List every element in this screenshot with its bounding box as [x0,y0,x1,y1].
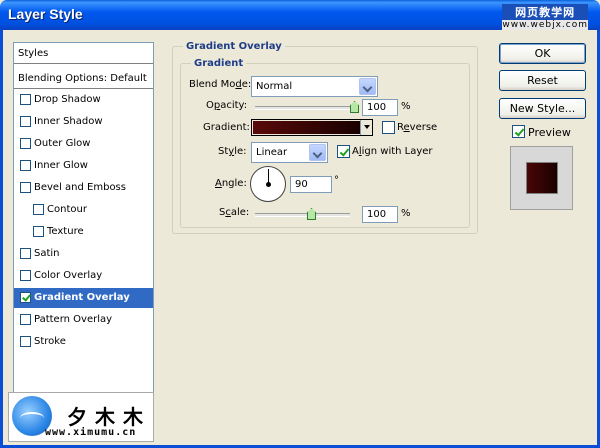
style-item-outer-glow[interactable]: Outer Glow [14,134,153,155]
align-with-layer-label: Align with Layer [352,146,433,157]
blend-mode-value: Normal [256,81,293,92]
styles-list: Styles Blending Options: Default Drop Sh… [13,42,154,438]
new-style-button[interactable]: New Style... [499,98,586,119]
logo-url: www.ximumu.cn [45,427,137,438]
style-item-checkbox[interactable] [33,204,44,215]
scale-value: 100 [367,209,387,220]
opacity-slider-track[interactable] [255,106,355,110]
blend-mode-label: Blend Mode: [189,79,252,90]
chevron-down-icon [309,144,326,161]
site-logo: 夕木木 www.ximumu.cn [8,392,154,442]
style-item-label: Inner Shadow [34,116,103,127]
blending-options[interactable]: Blending Options: Default [14,68,153,89]
angle-dial[interactable] [250,166,286,202]
style-item-checkbox[interactable] [20,336,31,347]
opacity-value: 100 [367,102,387,113]
ok-button[interactable]: OK [499,43,586,64]
gradient-dropdown-icon[interactable] [360,120,372,135]
style-item-stroke[interactable]: Stroke [14,332,153,353]
style-item-bevel-and-emboss[interactable]: Bevel and Emboss [14,178,153,199]
style-item-checkbox[interactable] [20,182,31,193]
group-title: Gradient Overlay [183,41,285,52]
watermark-top: 网页教学网 [502,4,588,20]
style-item-label: Pattern Overlay [34,314,113,325]
subgroup-title: Gradient [191,58,247,69]
opacity-input[interactable]: 100 [362,99,398,116]
scale-slider-track[interactable] [255,213,350,217]
style-item-checkbox[interactable] [20,116,31,127]
opacity-label: Opacity: [206,100,248,111]
style-item-checkbox[interactable] [33,226,44,237]
align-with-layer-checkbox[interactable] [337,145,350,158]
gradient-picker[interactable] [251,119,373,136]
angle-input[interactable]: 90 [290,176,332,193]
styles-header[interactable]: Styles [14,43,153,64]
scale-label: Scale: [219,207,250,218]
logo-brand: 夕木木 [67,405,151,429]
preview-thumbnail [510,146,573,210]
opacity-unit: % [401,101,411,112]
style-item-satin[interactable]: Satin [14,244,153,265]
style-item-inner-shadow[interactable]: Inner Shadow [14,112,153,133]
style-item-label: Contour [47,204,87,215]
style-item-texture[interactable]: Texture [14,222,153,243]
style-item-checkbox[interactable] [20,314,31,325]
style-item-label: Color Overlay [34,270,103,281]
gradient-label: Gradient: [203,122,250,133]
style-select[interactable]: Linear [251,142,328,163]
preview-checkbox[interactable] [512,125,525,138]
watermark: 网页教学网 www.webjx.com [502,4,588,30]
reverse-checkbox[interactable] [382,121,395,134]
style-item-label: Stroke [34,336,66,347]
style-item-checkbox[interactable] [20,292,31,303]
style-item-gradient-overlay[interactable]: Gradient Overlay [14,288,153,309]
angle-value: 90 [295,179,308,190]
style-item-label: Texture [47,226,84,237]
style-item-label: Drop Shadow [34,94,101,105]
reverse-label: Reverse [397,122,438,133]
style-item-label: Gradient Overlay [34,292,130,303]
style-value: Linear [256,147,288,158]
blend-mode-select[interactable]: Normal [251,76,378,97]
style-label: Style: [218,146,247,157]
style-item-label: Outer Glow [34,138,91,149]
style-item-pattern-overlay[interactable]: Pattern Overlay [14,310,153,331]
style-item-checkbox[interactable] [20,138,31,149]
angle-label: Angle: [215,178,247,189]
title-bar[interactable]: Layer Style 网页教学网 www.webjx.com [0,0,600,30]
style-item-label: Inner Glow [34,160,88,171]
style-item-label: Bevel and Emboss [34,182,126,193]
style-item-drop-shadow[interactable]: Drop Shadow [14,90,153,111]
reset-button[interactable]: Reset [499,70,586,91]
blending-options-label: Blending Options: Default [18,73,147,84]
scale-input[interactable]: 100 [362,206,398,223]
chevron-down-icon [359,78,376,95]
style-item-checkbox[interactable] [20,270,31,281]
style-item-inner-glow[interactable]: Inner Glow [14,156,153,177]
scale-unit: % [401,208,411,219]
angle-center [266,182,271,187]
style-item-contour[interactable]: Contour [14,200,153,221]
window-title: Layer Style [8,6,83,22]
gradient-swatch[interactable] [253,121,360,134]
style-item-checkbox[interactable] [20,160,31,171]
style-item-checkbox[interactable] [20,248,31,259]
preview-label: Preview [528,126,571,139]
style-item-checkbox[interactable] [20,94,31,105]
watermark-bottom: www.webjx.com [502,20,588,30]
preview-swatch [526,162,558,194]
angle-unit: ° [334,175,339,186]
style-item-label: Satin [34,248,60,259]
styles-header-label: Styles [18,48,49,59]
style-item-color-overlay[interactable]: Color Overlay [14,266,153,287]
